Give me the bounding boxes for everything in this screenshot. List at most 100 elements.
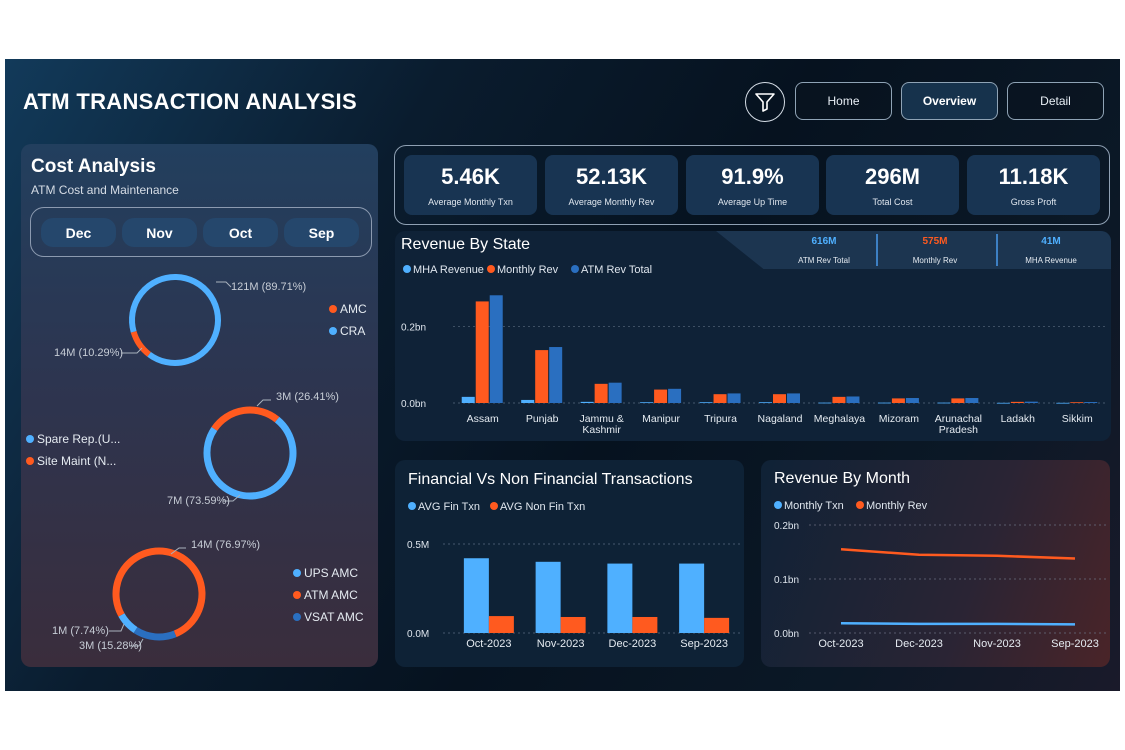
bar-atm-rev-total: [965, 398, 979, 403]
cost-analysis-panel: Cost Analysis ATM Cost and Maintenance D…: [21, 144, 378, 667]
donut1-label-big: 121M (89.71%): [231, 281, 307, 293]
legend-label: ATM Rev Total: [581, 264, 652, 276]
x-tick-label: Nov-2023: [973, 638, 1021, 650]
bar-avg-fin-txn: [607, 563, 633, 633]
kpi-strip: 5.46K Average Monthly Txn 52.13K Average M…: [394, 145, 1110, 225]
legend-dot: [293, 591, 301, 599]
bar-atm-rev-total: [787, 393, 800, 403]
nav-detail-button[interactable]: Detail: [1007, 82, 1104, 120]
donut-ups-atm-vsat: [112, 547, 206, 641]
bar-atm-rev-total: [1084, 402, 1098, 403]
x-tick-label: Manipur: [642, 413, 680, 425]
legend-dot: [571, 265, 579, 273]
bar-mha-revenue: [877, 402, 891, 404]
x-tick-label: Tripura: [704, 413, 737, 425]
donut1-label-small: 14M (10.29%): [54, 347, 124, 359]
revenue-by-state-panel: 616M ATM Rev Total 575M Monthly Rev 41M …: [395, 231, 1111, 441]
legend-label: Spare Rep.(U...: [37, 432, 121, 446]
filter-button[interactable]: [745, 82, 785, 122]
bar-monthly-rev: [951, 398, 965, 403]
y-tick-label: 0.5M: [407, 540, 429, 551]
bar-atm-rev-total: [668, 388, 682, 403]
bar-mha-revenue: [521, 399, 535, 403]
x-tick-label: Sep-2023: [680, 638, 728, 650]
y-tick-label: 0.0bn: [774, 629, 799, 640]
legend-spare-rep: Spare Rep.(U...: [26, 432, 120, 446]
x-tick-label: Sikkim: [1062, 413, 1093, 425]
x-tick-label: Oct-2023: [818, 638, 863, 650]
x-tick-label: Sep-2023: [1051, 638, 1099, 650]
fin-vs-nonfin-chart: AVG Fin Txn AVG Non Fin Txn 0.0M 0.5M Oct-20…: [407, 501, 740, 650]
bar-avg-non-fin-txn: [632, 616, 658, 633]
bar-monthly-rev: [1010, 401, 1024, 403]
leader-line: [256, 399, 271, 407]
bar-avg-fin-txn: [463, 558, 489, 633]
x-tick-label: Assam: [467, 413, 499, 425]
legend-label: ATM AMC: [304, 588, 358, 602]
line-monthly-txn: [840, 622, 1076, 626]
x-tick-label: Dec-2023: [895, 638, 943, 650]
revenue-by-month-panel: Revenue By Month Monthly Txn Monthly Rev 0…: [761, 460, 1110, 667]
nav-home-button[interactable]: Home: [795, 82, 892, 120]
bar-avg-non-fin-txn: [704, 617, 730, 633]
x-tick-label: Dec-2023: [609, 638, 657, 650]
bar-monthly-rev: [594, 383, 608, 403]
x-tick-label: Ladakh: [1001, 413, 1036, 425]
dashboard: ATM TRANSACTION ANALYSIS Home Overview D…: [5, 59, 1120, 691]
legend-label: AVG Fin Txn: [418, 501, 480, 513]
y-tick-label: 0.2bn: [401, 322, 426, 333]
legend-label: MHA Revenue: [413, 264, 484, 276]
x-tick-label: Nov-2023: [537, 638, 585, 650]
kpi-card: 91.9% Average Up Time: [686, 155, 819, 215]
y-tick-label: 0.1bn: [774, 575, 799, 586]
legend-dot: [293, 569, 301, 577]
nav-overview-button[interactable]: Overview: [901, 82, 998, 120]
bar-monthly-rev: [832, 396, 846, 403]
bar-atm-rev-total: [846, 396, 860, 403]
donut-segment: [133, 627, 177, 641]
bar-mha-revenue: [818, 402, 832, 404]
kpi-label: Average Monthly Txn: [428, 197, 513, 207]
kpi-label: Average Monthly Rev: [568, 197, 655, 207]
kpi-label: Gross Proft: [1010, 197, 1057, 207]
y-tick-label: 0.2bn: [774, 521, 799, 532]
bar-atm-rev-total: [727, 393, 741, 403]
bar-mha-revenue: [1056, 402, 1070, 404]
legend-cra: CRA: [329, 324, 365, 338]
kpi-label: Total Cost: [872, 197, 913, 207]
legend-label: Site Maint (N...: [37, 454, 117, 468]
legend-site-maint: Site Maint (N...: [26, 454, 116, 468]
bar-monthly-rev: [1070, 402, 1084, 404]
donut-spare-site: [203, 406, 297, 500]
filter-icon: [755, 93, 775, 112]
bar-monthly-rev: [475, 301, 489, 403]
legend-label: AVG Non Fin Txn: [500, 501, 585, 513]
donut3-label-a: 1M (7.74%): [52, 625, 109, 637]
legend-label: AMC: [340, 302, 367, 316]
kpi-card: 52.13K Average Monthly Rev: [545, 155, 678, 215]
kpi-value: 296M: [864, 164, 921, 189]
bar-avg-non-fin-txn: [560, 616, 586, 633]
bar-atm-rev-total: [905, 398, 919, 403]
x-tick-label: Meghalaya: [814, 413, 866, 425]
legend-label: CRA: [340, 324, 366, 338]
legend-dot: [329, 327, 337, 335]
y-tick-label: 0.0M: [407, 629, 429, 640]
legend-dot: [774, 501, 782, 509]
bar-avg-fin-txn: [679, 563, 705, 633]
donut-segment: [203, 416, 297, 500]
donut-segment: [118, 613, 138, 633]
bar-avg-non-fin-txn: [488, 616, 514, 633]
legend-dot: [26, 435, 34, 443]
x-tick-label: Oct-2023: [466, 638, 511, 650]
legend-dot: [403, 265, 411, 273]
app-title: ATM TRANSACTION ANALYSIS: [23, 89, 357, 114]
legend-dot: [26, 457, 34, 465]
kpi-card: 11.18K Gross Proft: [967, 155, 1100, 215]
leader-line: [109, 623, 125, 632]
revenue-by-month-chart: Monthly Txn Monthly Rev 0.0bn 0.1bn 0.2bn Oct…: [774, 500, 1106, 650]
bar-monthly-rev: [773, 394, 786, 403]
legend-amc: AMC: [329, 302, 367, 316]
bar-mha-revenue: [937, 402, 951, 404]
legend-ups-amc: UPS AMC: [293, 566, 358, 580]
